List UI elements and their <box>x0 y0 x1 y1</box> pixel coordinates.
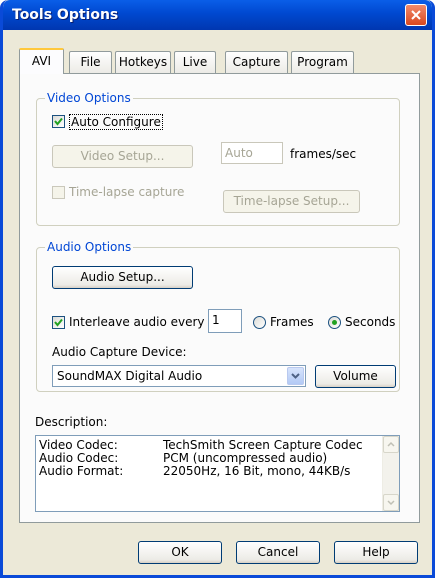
audio-options-label: Audio Options <box>45 240 134 254</box>
description-box[interactable]: Video Codec: TechSmith Screen Capture Co… <box>35 435 400 512</box>
audio-device-select[interactable]: SoundMAX Digital Audio <box>52 365 306 387</box>
tools-options-dialog: Tools Options AVI File Hotkeys Live Capt… <box>0 0 435 578</box>
dropdown-arrow-icon[interactable] <box>287 367 304 385</box>
interleave-checkbox[interactable] <box>52 316 65 329</box>
checkmark-icon <box>54 318 63 327</box>
cancel-button[interactable]: Cancel <box>236 541 320 564</box>
frames-label[interactable]: Frames <box>270 315 314 329</box>
radio-selected-dot <box>332 320 337 325</box>
close-icon <box>411 10 421 20</box>
scroll-down-button[interactable] <box>383 494 399 511</box>
description-row: Audio Format: 22050Hz, 16 Bit, mono, 44K… <box>39 465 369 478</box>
scroll-up-button[interactable] <box>383 436 399 453</box>
frame-rate-input[interactable]: Auto <box>221 142 283 164</box>
tab-capture[interactable]: Capture <box>225 51 288 73</box>
timelapse-setup-button[interactable]: Time-lapse Setup... <box>223 190 360 213</box>
seconds-label[interactable]: Seconds <box>345 315 395 329</box>
interleave-label[interactable]: Interleave audio every <box>69 315 205 329</box>
description-scrollbar[interactable] <box>382 436 399 511</box>
audio-device-value: SoundMAX Digital Audio <box>57 369 203 383</box>
tab-file[interactable]: File <box>69 51 112 73</box>
video-options-group: Video Options Auto Configure Video Setup… <box>36 91 400 226</box>
help-button[interactable]: Help <box>334 541 418 564</box>
tab-avi[interactable]: AVI <box>19 48 64 74</box>
audio-options-group: Audio Options Audio Setup... Interleave … <box>36 240 400 392</box>
description-rows: Video Codec: TechSmith Screen Capture Co… <box>39 439 369 478</box>
auto-configure-label[interactable]: Auto Configure <box>69 114 163 130</box>
interleave-value-input[interactable]: 1 <box>208 309 242 333</box>
tab-live[interactable]: Live <box>174 51 216 73</box>
avi-tab-page: Video Options Auto Configure Video Setup… <box>19 73 420 523</box>
ok-button[interactable]: OK <box>138 541 222 564</box>
description-key: Audio Format: <box>39 464 124 478</box>
seconds-radio[interactable] <box>328 316 341 329</box>
timelapse-label[interactable]: Time-lapse capture <box>69 185 184 199</box>
checkmark-icon <box>54 117 63 126</box>
chevron-down-icon <box>291 373 300 379</box>
audio-setup-button[interactable]: Audio Setup... <box>52 266 193 289</box>
audio-device-label: Audio Capture Device: <box>52 345 187 359</box>
frames-radio[interactable] <box>253 316 266 329</box>
volume-button[interactable]: Volume <box>315 365 396 388</box>
title-bar[interactable]: Tools Options <box>3 0 432 30</box>
window-title: Tools Options <box>12 7 119 23</box>
description-value: 22050Hz, 16 Bit, mono, 44KB/s <box>163 464 351 478</box>
chevron-up-icon <box>387 441 395 447</box>
timelapse-checkbox[interactable] <box>52 186 65 199</box>
auto-configure-checkbox[interactable] <box>52 115 65 128</box>
description-label: Description: <box>35 415 108 429</box>
chevron-down-icon <box>387 500 395 506</box>
frame-rate-unit: frames/sec <box>290 147 357 161</box>
tab-hotkeys[interactable]: Hotkeys <box>115 51 171 73</box>
close-button[interactable] <box>405 4 427 26</box>
video-options-label: Video Options <box>45 91 133 105</box>
tab-program[interactable]: Program <box>291 51 354 73</box>
video-setup-button[interactable]: Video Setup... <box>52 145 193 168</box>
